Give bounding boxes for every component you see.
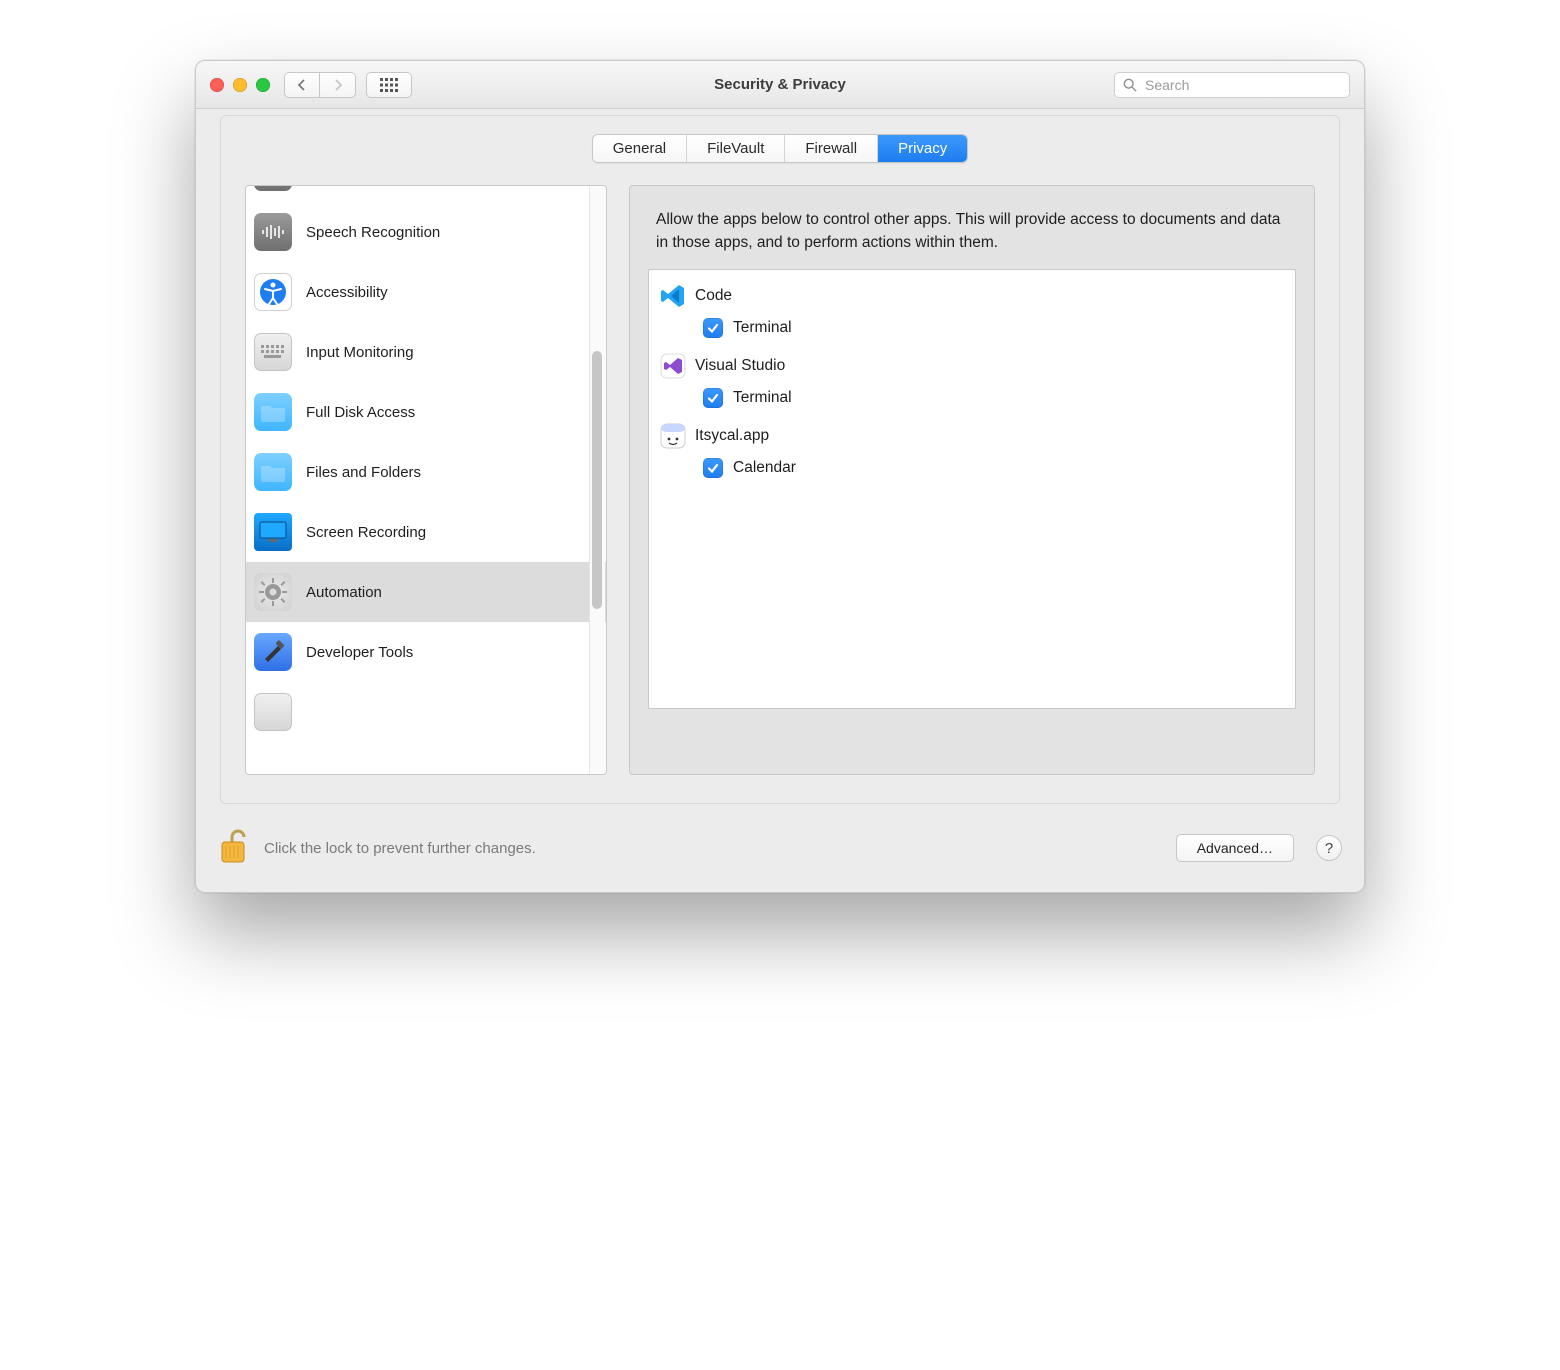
microphone-icon <box>254 185 292 191</box>
help-button[interactable]: ? <box>1316 835 1342 861</box>
tabs: General FileVault Firewall Privacy <box>221 116 1339 163</box>
zoom-icon[interactable] <box>256 78 270 92</box>
sidebar-item-label: Screen Recording <box>306 524 426 541</box>
folder-icon <box>254 393 292 431</box>
prefs-window: Security & Privacy General FileVault Fir… <box>195 60 1365 893</box>
itsycal-icon <box>659 422 687 450</box>
sidebar-item-files-and-folders[interactable]: Files and Folders <box>246 442 606 502</box>
app-row-code: Code <box>659 278 1285 314</box>
sidebar-item-automation[interactable]: Automation <box>246 562 606 622</box>
sidebar-item-label: Developer Tools <box>306 644 413 661</box>
vscode-icon <box>659 282 687 310</box>
advanced-button[interactable]: Advanced… <box>1176 834 1294 862</box>
sidebar-item-label: Accessibility <box>306 284 388 301</box>
app-name: Code <box>695 287 732 305</box>
show-all-button[interactable] <box>366 72 412 98</box>
search-field[interactable] <box>1114 72 1350 98</box>
permission-row[interactable]: Calendar <box>659 454 1285 488</box>
apps-list: Code Terminal Visual Studio <box>648 269 1296 709</box>
lock-open-icon[interactable] <box>218 828 252 868</box>
tab-firewall[interactable]: Firewall <box>784 135 877 162</box>
sidebar-item-label: Input Monitoring <box>306 344 414 361</box>
gear-icon <box>254 573 292 611</box>
tab-filevault[interactable]: FileVault <box>686 135 784 162</box>
app-name: Visual Studio <box>695 357 785 375</box>
display-icon <box>254 513 292 551</box>
checkbox-checked-icon[interactable] <box>703 318 723 338</box>
app-row-visual-studio: Visual Studio <box>659 348 1285 384</box>
sidebar-item-input-monitoring[interactable]: Input Monitoring <box>246 322 606 382</box>
sidebar-item-accessibility[interactable]: Accessibility <box>246 262 606 322</box>
checkbox-checked-icon[interactable] <box>703 388 723 408</box>
permission-row[interactable]: Terminal <box>659 314 1285 348</box>
app-name: Itsycal.app <box>695 427 769 445</box>
folder-icon <box>254 453 292 491</box>
keyboard-icon <box>254 333 292 371</box>
permission-label: Terminal <box>733 319 792 337</box>
detail-panel: Allow the apps below to control other ap… <box>629 185 1315 775</box>
sidebar-item-label: Full Disk Access <box>306 404 415 421</box>
search-input[interactable] <box>1143 76 1341 94</box>
permission-label: Terminal <box>733 389 792 407</box>
forward-button[interactable] <box>320 72 356 98</box>
sidebar-item-speech-recognition[interactable]: Speech Recognition <box>246 202 606 262</box>
permission-row[interactable]: Terminal <box>659 384 1285 418</box>
sidebar-item-label: Files and Folders <box>306 464 421 481</box>
sidebar-item-partial[interactable] <box>246 682 606 742</box>
minimize-icon[interactable] <box>233 78 247 92</box>
sidebar-item-screen-recording[interactable]: Screen Recording <box>246 502 606 562</box>
titlebar: Security & Privacy <box>196 61 1364 109</box>
close-icon[interactable] <box>210 78 224 92</box>
waveform-icon <box>254 213 292 251</box>
lock-hint: Click the lock to prevent further change… <box>264 840 536 857</box>
app-row-itsycal: Itsycal.app <box>659 418 1285 454</box>
sidebar-item-label: Automation <box>306 584 382 601</box>
window-controls <box>210 78 270 92</box>
hammer-icon <box>254 633 292 671</box>
search-icon <box>1123 78 1137 92</box>
sidebar-item-developer-tools[interactable]: Developer Tools <box>246 622 606 682</box>
back-button[interactable] <box>284 72 320 98</box>
generic-icon <box>254 693 292 731</box>
accessibility-icon <box>254 273 292 311</box>
scrollbar-thumb[interactable] <box>592 351 602 609</box>
sidebar-item-label: Speech Recognition <box>306 224 440 241</box>
checkbox-checked-icon[interactable] <box>703 458 723 478</box>
detail-description: Allow the apps below to control other ap… <box>656 208 1288 255</box>
visual-studio-icon <box>659 352 687 380</box>
privacy-sidebar[interactable]: Microphone Speech Recognition Accessibil… <box>245 185 607 775</box>
footer: Click the lock to prevent further change… <box>196 810 1364 892</box>
scrollbar[interactable] <box>589 187 605 773</box>
sidebar-item-microphone[interactable]: Microphone <box>246 185 606 202</box>
nav-buttons <box>284 72 356 98</box>
tab-general[interactable]: General <box>593 135 686 162</box>
permission-label: Calendar <box>733 459 796 477</box>
sidebar-item-full-disk-access[interactable]: Full Disk Access <box>246 382 606 442</box>
tab-privacy[interactable]: Privacy <box>877 135 967 162</box>
